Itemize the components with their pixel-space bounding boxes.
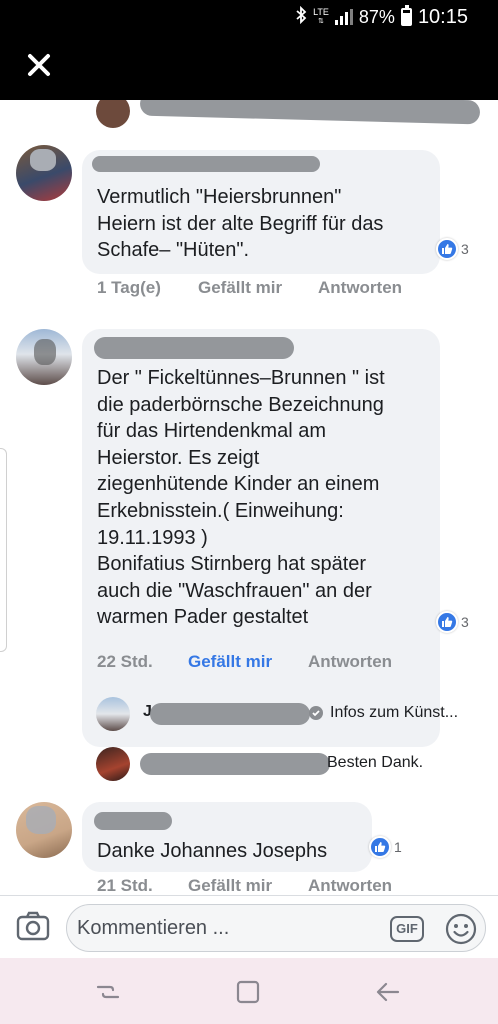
reaction-count: 3: [461, 614, 469, 630]
avatar[interactable]: [96, 697, 130, 731]
like-button[interactable]: Gefällt mir: [188, 876, 272, 895]
comment-list[interactable]: Vermutlich "Heiersbrunnen" Heiern ist de…: [0, 100, 498, 895]
reaction-count: 1: [394, 839, 402, 855]
comment-time[interactable]: 21 Std.: [97, 876, 153, 895]
reply-text: Besten Dank.: [327, 754, 424, 771]
comment-text: Danke Johannes Josephs: [97, 840, 328, 862]
reaction-summary[interactable]: 3: [436, 238, 469, 260]
battery-percent: 87%: [358, 6, 395, 27]
gif-button[interactable]: GIF: [390, 916, 424, 942]
comment-time[interactable]: 22 Std.: [97, 652, 153, 672]
like-icon: [436, 238, 458, 260]
like-button[interactable]: Gefällt mir: [198, 278, 282, 298]
status-bar: LTE ⇅ 87% 10:15: [295, 5, 468, 29]
avatar[interactable]: [96, 747, 130, 781]
redacted-name: [150, 703, 310, 725]
comment-input[interactable]: [77, 913, 377, 943]
avatar[interactable]: [16, 802, 72, 858]
reaction-summary[interactable]: 3: [436, 611, 469, 633]
redacted-author-name[interactable]: [94, 812, 172, 830]
battery-icon: [400, 5, 412, 26]
comment-bubble[interactable]: Der " Fickeltünnes–Brunnen " ist die pad…: [82, 329, 440, 747]
camera-icon[interactable]: [16, 910, 50, 942]
comment-bubble[interactable]: Vermutlich "Heiersbrunnen" Heiern ist de…: [82, 150, 440, 274]
like-button[interactable]: Gefällt mir: [188, 652, 272, 672]
redacted-name: [139, 100, 481, 125]
redacted-author-name[interactable]: [92, 156, 320, 172]
like-icon: [369, 836, 391, 858]
reaction-summary[interactable]: 1: [369, 836, 402, 858]
redacted-name: [140, 753, 330, 775]
comment-text: Vermutlich "Heiersbrunnen" Heiern ist de…: [97, 186, 384, 262]
comment-text: Der " Fickeltünnes–Brunnen " ist die pad…: [97, 367, 385, 629]
close-icon[interactable]: [22, 48, 56, 82]
like-icon: [436, 611, 458, 633]
comment-time[interactable]: 1 Tag(e): [97, 278, 161, 298]
verified-icon: [308, 705, 324, 721]
reply-button[interactable]: Antworten: [318, 278, 402, 298]
reply-text: Infos zum Künst...: [330, 704, 459, 721]
reply-button[interactable]: Antworten: [308, 652, 392, 672]
comment-input-container[interactable]: GIF: [66, 904, 486, 952]
system-nav-bar: [0, 958, 498, 1024]
reaction-count: 3: [461, 241, 469, 257]
network-type: LTE ⇅: [313, 7, 329, 26]
bluetooth-icon: [295, 5, 307, 29]
top-bar: LTE ⇅ 87% 10:15: [0, 0, 498, 100]
back-icon[interactable]: [374, 978, 402, 1006]
clock: 10:15: [417, 5, 468, 28]
redacted-author-name[interactable]: [94, 337, 294, 359]
comment-bubble[interactable]: Danke Johannes Josephs: [82, 802, 372, 872]
avatar[interactable]: [96, 100, 130, 128]
signal-icon: [334, 9, 353, 25]
home-icon[interactable]: [234, 978, 262, 1006]
comment-composer: GIF: [0, 895, 498, 958]
reply-button[interactable]: Antworten: [308, 876, 392, 895]
recent-apps-icon[interactable]: [94, 978, 122, 1006]
emoji-icon[interactable]: [445, 913, 477, 945]
avatar[interactable]: [16, 329, 72, 385]
edge-panel-handle[interactable]: [0, 448, 7, 652]
avatar[interactable]: [16, 145, 72, 201]
